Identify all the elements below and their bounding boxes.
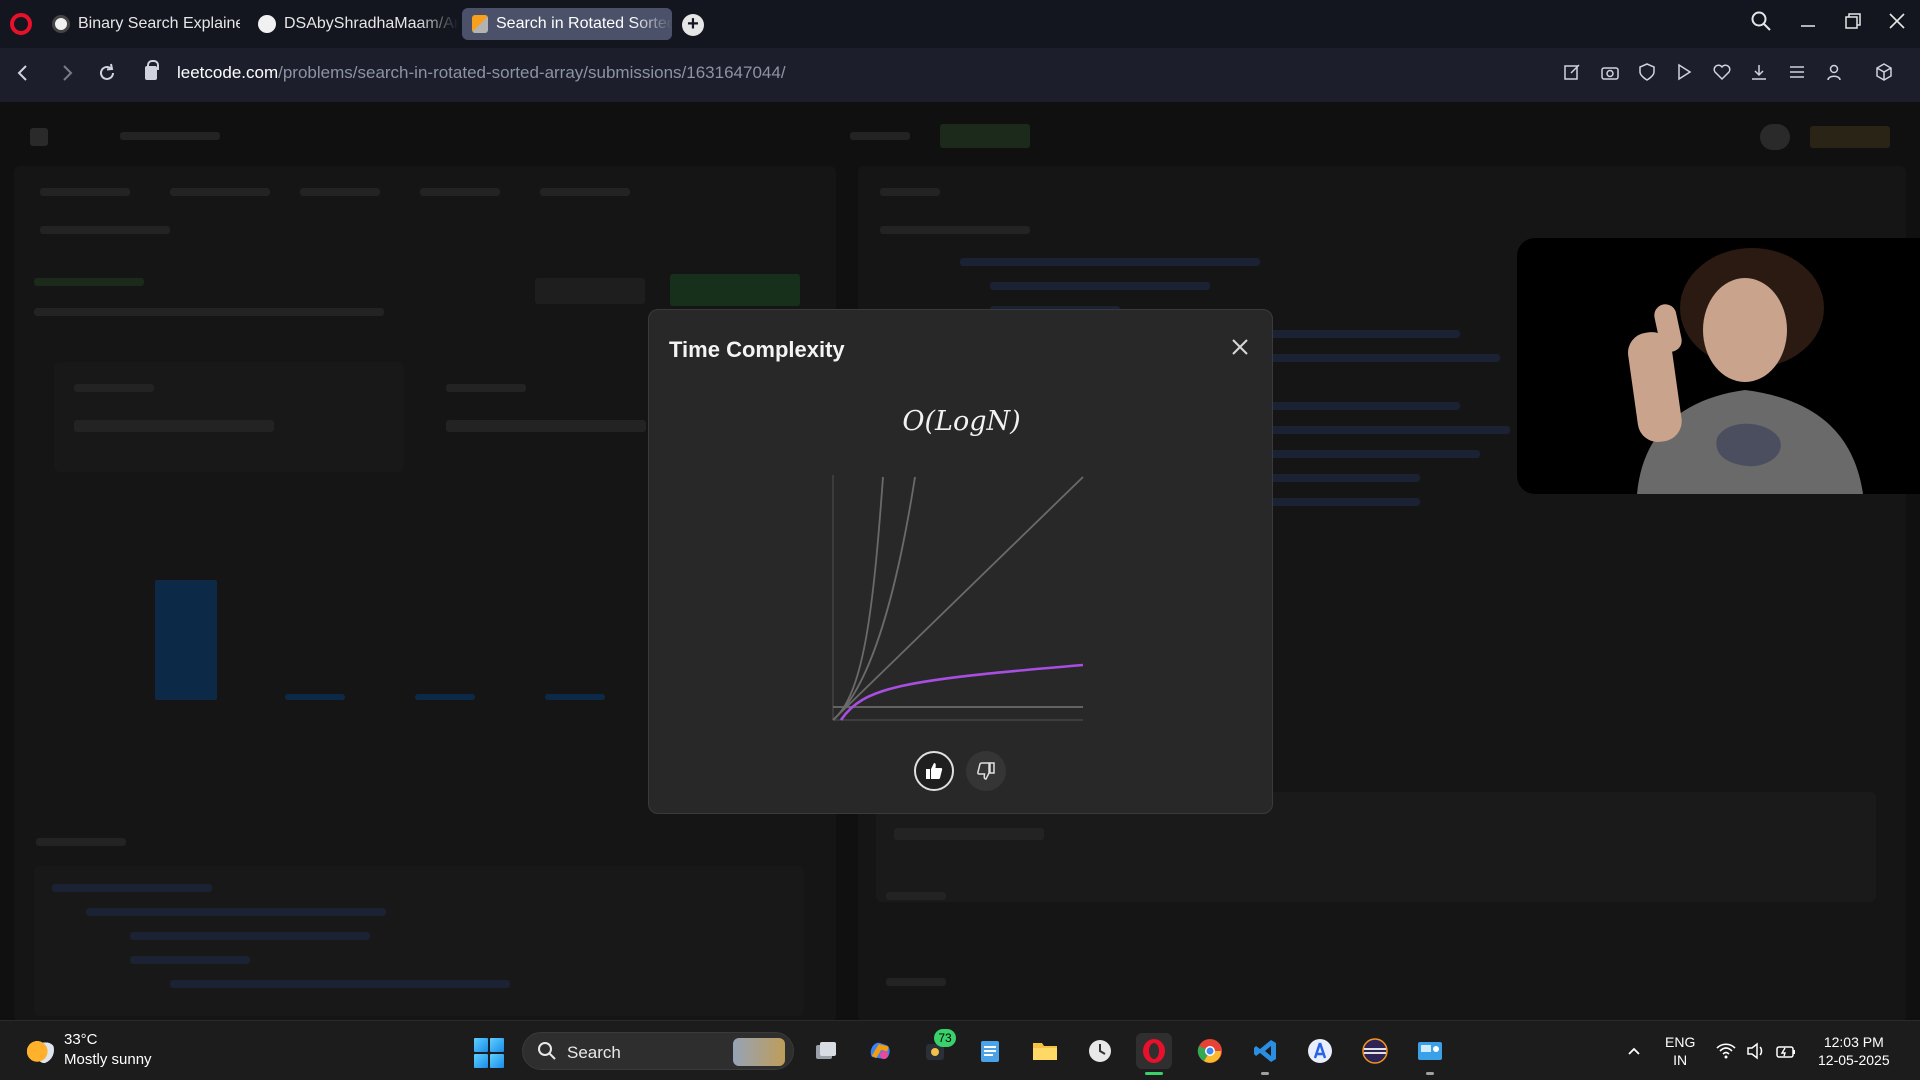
close-icon[interactable] — [1228, 336, 1252, 360]
exponential-curve — [832, 476, 884, 721]
url-domain: leetcode.com — [177, 63, 279, 82]
new-tab-button[interactable]: + — [682, 14, 704, 36]
thumbs-down-button[interactable] — [966, 751, 1006, 791]
address-bar: leetcode.com/problems/search-in-rotated-… — [0, 48, 1920, 140]
opera-icon[interactable] — [1136, 1033, 1172, 1075]
clock-time: 12:03 PM — [1823, 1034, 1884, 1050]
search-tabs-icon[interactable] — [1746, 10, 1776, 38]
file-explorer-icon[interactable] — [1027, 1033, 1063, 1069]
search-icon — [538, 1042, 556, 1060]
tab-binary-search[interactable]: Binary Search Explained — [42, 8, 240, 40]
minimize-button[interactable] — [1793, 10, 1823, 38]
copilot-icon[interactable] — [862, 1033, 898, 1069]
quadratic-curve — [832, 476, 916, 721]
search-highlight-image — [733, 1038, 785, 1066]
leetcode-icon — [472, 15, 488, 33]
edit-icon[interactable] — [1560, 63, 1584, 86]
browser-tab-bar: Binary Search Explained DSAbyShradhaMaam… — [0, 0, 1920, 48]
tab-leetcode-active[interactable]: Search in Rotated Sorted A — [462, 8, 672, 40]
system-clock[interactable]: 12:03 PM 12-05-2025 — [1818, 1033, 1890, 1069]
notification-badge: 73 — [934, 1029, 956, 1047]
opera-icon[interactable] — [10, 13, 32, 35]
linear-curve — [832, 476, 1084, 721]
heart-icon[interactable] — [1710, 63, 1734, 86]
taskbar-search-box[interactable]: Search — [522, 1032, 794, 1070]
profile-icon[interactable] — [1822, 63, 1846, 86]
github-icon — [258, 15, 276, 33]
control-panel-icon[interactable] — [1412, 1033, 1448, 1075]
forward-icon[interactable] — [54, 62, 80, 90]
language-indicator[interactable]: ENG IN — [1665, 1033, 1695, 1069]
tab-github-repo[interactable]: DSAbyShradhaMaam/Arra — [248, 8, 458, 40]
extensions-icon[interactable] — [1872, 63, 1896, 86]
battery-icon[interactable] — [1768, 1033, 1804, 1069]
download-icon[interactable] — [1747, 63, 1771, 86]
language-code: ENG — [1665, 1034, 1696, 1050]
clock-app-icon[interactable] — [1082, 1033, 1118, 1069]
lock-icon[interactable] — [145, 60, 159, 80]
thumbs-up-button[interactable] — [914, 751, 954, 791]
camera-icon[interactable] — [1598, 63, 1622, 86]
clock-date: 12-05-2025 — [1818, 1052, 1890, 1068]
tab-label: Binary Search Explained — [78, 15, 240, 32]
complexity-formula: O(LogN) — [902, 406, 1021, 437]
restore-button[interactable] — [1838, 10, 1868, 38]
webcam-overlay — [1517, 238, 1920, 494]
time-complexity-modal: Time Complexity O(LogN) — [648, 309, 1273, 814]
chrome-icon[interactable] — [1192, 1033, 1228, 1069]
task-view-icon[interactable] — [808, 1033, 844, 1069]
url-field[interactable]: leetcode.com/problems/search-in-rotated-… — [177, 63, 786, 83]
weather-temperature[interactable]: 33°C — [64, 1031, 98, 1048]
complexity-graph — [832, 475, 1084, 721]
menu-icon[interactable] — [1785, 63, 1809, 86]
vscode-icon[interactable] — [1247, 1033, 1283, 1075]
thumbs-up-icon — [926, 763, 943, 779]
notepad-icon[interactable] — [972, 1033, 1008, 1069]
reload-icon[interactable] — [94, 62, 120, 90]
eclipse-icon[interactable] — [1357, 1033, 1393, 1069]
log-n-curve — [839, 663, 1084, 721]
app-store-icon[interactable] — [1302, 1033, 1338, 1069]
presenter-video-frame — [1628, 248, 1863, 494]
play-icon[interactable] — [1672, 63, 1696, 86]
shield-icon[interactable] — [1635, 63, 1659, 86]
weather-description[interactable]: Mostly sunny — [64, 1051, 152, 1068]
search-label: Search — [567, 1043, 621, 1062]
url-path: /problems/search-in-rotated-sorted-array… — [278, 63, 786, 82]
windows-taskbar: 33°C Mostly sunny Search 73 ENG IN 12:03… — [0, 1020, 1920, 1080]
back-icon[interactable] — [10, 62, 36, 90]
weather-icon[interactable] — [26, 1036, 54, 1064]
close-window-button[interactable] — [1882, 10, 1912, 38]
modal-title: Time Complexity — [669, 337, 845, 362]
windows-start-icon[interactable] — [474, 1038, 504, 1068]
tab-favicon-icon — [52, 15, 70, 33]
language-region: IN — [1673, 1052, 1688, 1068]
show-hidden-icons-chevron-icon[interactable] — [1616, 1033, 1652, 1069]
thumbs-down-icon — [977, 762, 995, 780]
